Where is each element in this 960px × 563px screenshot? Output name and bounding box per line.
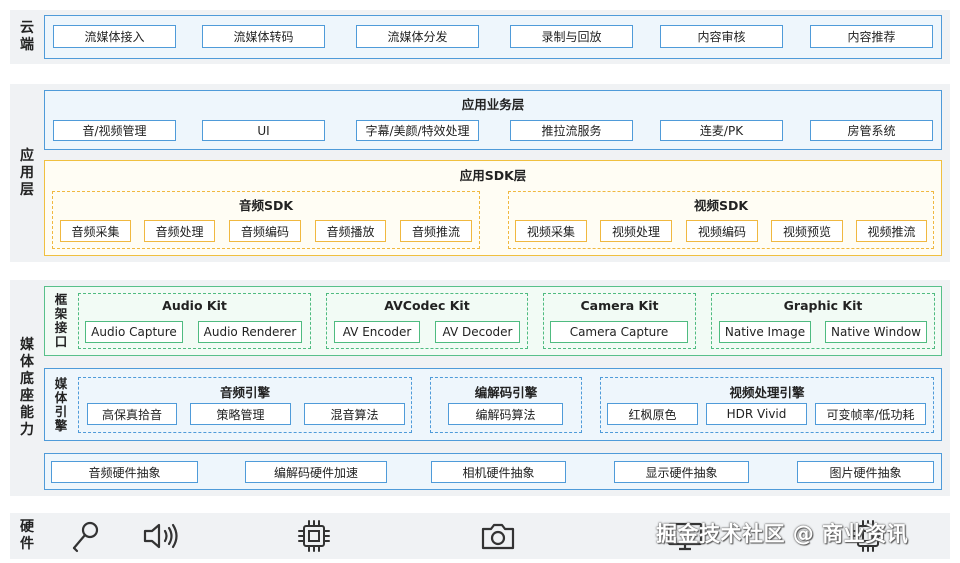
video-sdk-item-4: 视频预览 [771,220,843,242]
business-item-6: 房管系统 [810,120,933,141]
codec-hw-accel-box: 编解码硬件加速 [245,461,387,483]
cloud-panel [44,15,942,59]
video-sdk-title: 视频SDK [693,198,749,213]
cloud-label: 云 端 [20,20,34,53]
watermark-text: 掘金技术社区 @ 商业资讯 [656,522,909,546]
audio-sdk-item-2: 音频处理 [144,220,215,242]
audio-sdk-item-1: 音频采集 [60,220,131,242]
audio-kit-title: Audio Kit [162,298,227,313]
vrr-low-power-box: 可变帧率/低功耗 [815,403,926,425]
cloud-item-1: 流媒体接入 [53,25,176,48]
codec-algo-box: 编解码算法 [448,403,563,425]
business-item-2: UI [202,120,325,141]
app-business-title: 应用业务层 [461,97,525,112]
hdr-vivid-box: HDR Vivid [706,403,807,425]
red-maple-color-box: 红枫原色 [607,403,698,425]
hifi-pickup-box: 高保真拾音 [87,403,177,425]
av-encoder-box: AV Encoder [334,321,420,343]
cloud-item-3: 流媒体分发 [356,25,479,48]
graphic-kit-title: Graphic Kit [783,298,863,313]
business-item-4: 推拉流服务 [510,120,633,141]
camera-kit-title: Camera Kit [580,298,659,313]
business-item-5: 连麦/PK [660,120,783,141]
audio-sdk-item-4: 音频播放 [315,220,386,242]
cloud-item-5: 内容审核 [660,25,783,48]
image-hw-abstraction-box: 图片硬件抽象 [797,461,934,483]
audio-hw-abstraction-box: 音频硬件抽象 [51,461,198,483]
mixing-algo-box: 混音算法 [304,403,405,425]
cloud-item-6: 内容推荐 [810,25,933,48]
video-sdk-item-2: 视频处理 [600,220,672,242]
audio-capture-box: Audio Capture [85,321,183,343]
app-sdk-title: 应用SDK层 [459,168,527,183]
app-label: 应 用 层 [20,147,34,198]
video-sdk-item-1: 视频采集 [515,220,587,242]
video-sdk-item-3: 视频编码 [686,220,758,242]
camera-icon [479,518,517,554]
video-sdk-item-5: 视频推流 [856,220,927,242]
speaker-icon [142,518,182,554]
chip-icon [296,518,332,554]
audio-sdk-item-3: 音频编码 [229,220,301,242]
display-hw-abstraction-box: 显示硬件抽象 [614,461,749,483]
business-item-3: 字幕/美颜/特效处理 [356,120,479,141]
video-engine-title: 视频处理引擎 [729,385,805,400]
camera-capture-box: Camera Capture [550,321,688,343]
audio-engine-title: 音频引擎 [219,385,270,400]
native-image-box: Native Image [719,321,811,343]
audio-sdk-title: 音频SDK [238,198,294,213]
native-window-box: Native Window [825,321,927,343]
media-label: 媒 体 底 座 能 力 [20,337,34,438]
hardware-label: 硬 件 [20,519,34,552]
camera-hw-abstraction-box: 相机硬件抽象 [431,461,566,483]
policy-mgmt-box: 策略管理 [190,403,291,425]
microphone-icon [68,518,104,554]
avcodec-kit-title: AVCodec Kit [384,298,470,313]
audio-renderer-box: Audio Renderer [198,321,302,343]
cloud-item-2: 流媒体转码 [202,25,325,48]
codec-engine-title: 编解码引擎 [474,385,538,400]
framework-label: 框 架 接 口 [54,292,68,349]
av-decoder-box: AV Decoder [435,321,520,343]
business-item-1: 音/视频管理 [53,120,176,141]
cloud-item-4: 录制与回放 [510,25,633,48]
engine-label: 媒 体 引 擎 [54,375,68,433]
audio-sdk-item-5: 音频推流 [400,220,472,242]
